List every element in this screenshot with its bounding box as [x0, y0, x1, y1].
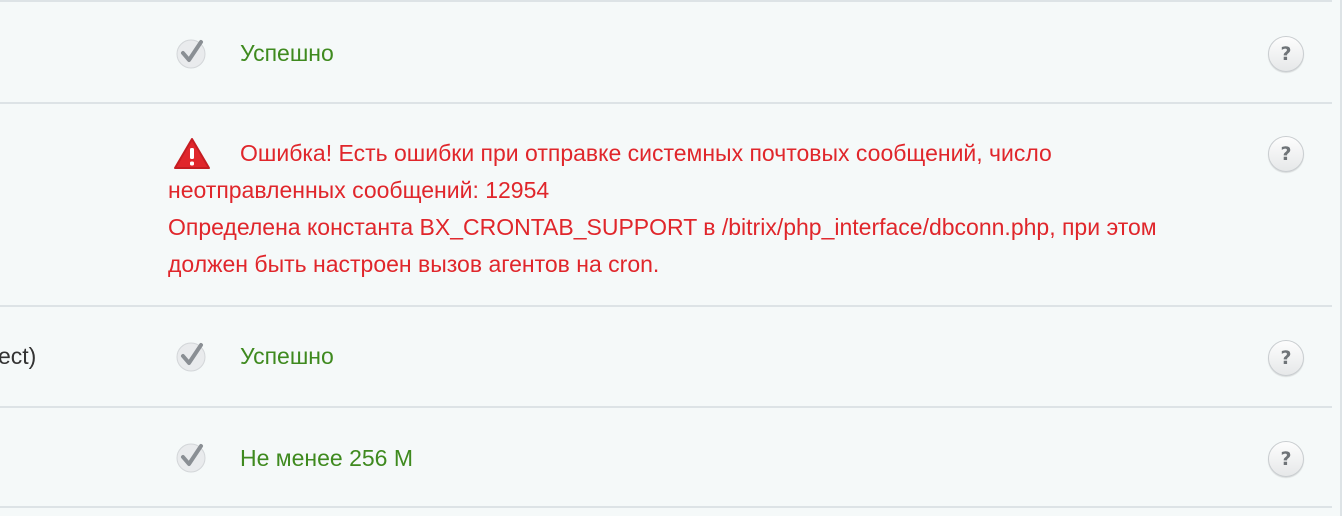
check-circle-icon — [174, 36, 208, 75]
check-circle-icon — [174, 440, 208, 479]
status-text: Не менее 256 М — [240, 445, 413, 471]
help-circle-icon[interactable]: ? — [1268, 36, 1304, 72]
table-row: Успешно ? — [0, 2, 1332, 104]
status-text: Успешно — [240, 343, 334, 369]
system-check-table: Успешно ? Ошибка! Есть ошибки при отправ… — [0, 0, 1342, 516]
check-circle-icon — [174, 339, 208, 378]
help-circle-icon[interactable]: ? — [1268, 441, 1304, 477]
table-row: ect) Успешно ? — [0, 307, 1332, 408]
help-circle-icon[interactable]: ? — [1268, 136, 1304, 172]
status-text: Успешно — [240, 40, 334, 66]
table-row: Ошибка! Есть ошибки при отправке системн… — [0, 104, 1332, 307]
row-label: ect) — [0, 343, 37, 369]
error-line: Определена константа BX_CRONTAB_SUPPORT … — [168, 214, 1157, 240]
error-line: должен быть настроен вызов агентов на cr… — [168, 251, 660, 277]
table-row: Не менее 256 М ? — [0, 408, 1332, 508]
error-message: Ошибка! Есть ошибки при отправке системн… — [168, 135, 1308, 283]
error-line: Ошибка! Есть ошибки при отправке системн… — [240, 140, 1052, 166]
help-circle-icon[interactable]: ? — [1268, 340, 1304, 376]
error-line: неотправленных сообщений: 12954 — [168, 177, 550, 203]
